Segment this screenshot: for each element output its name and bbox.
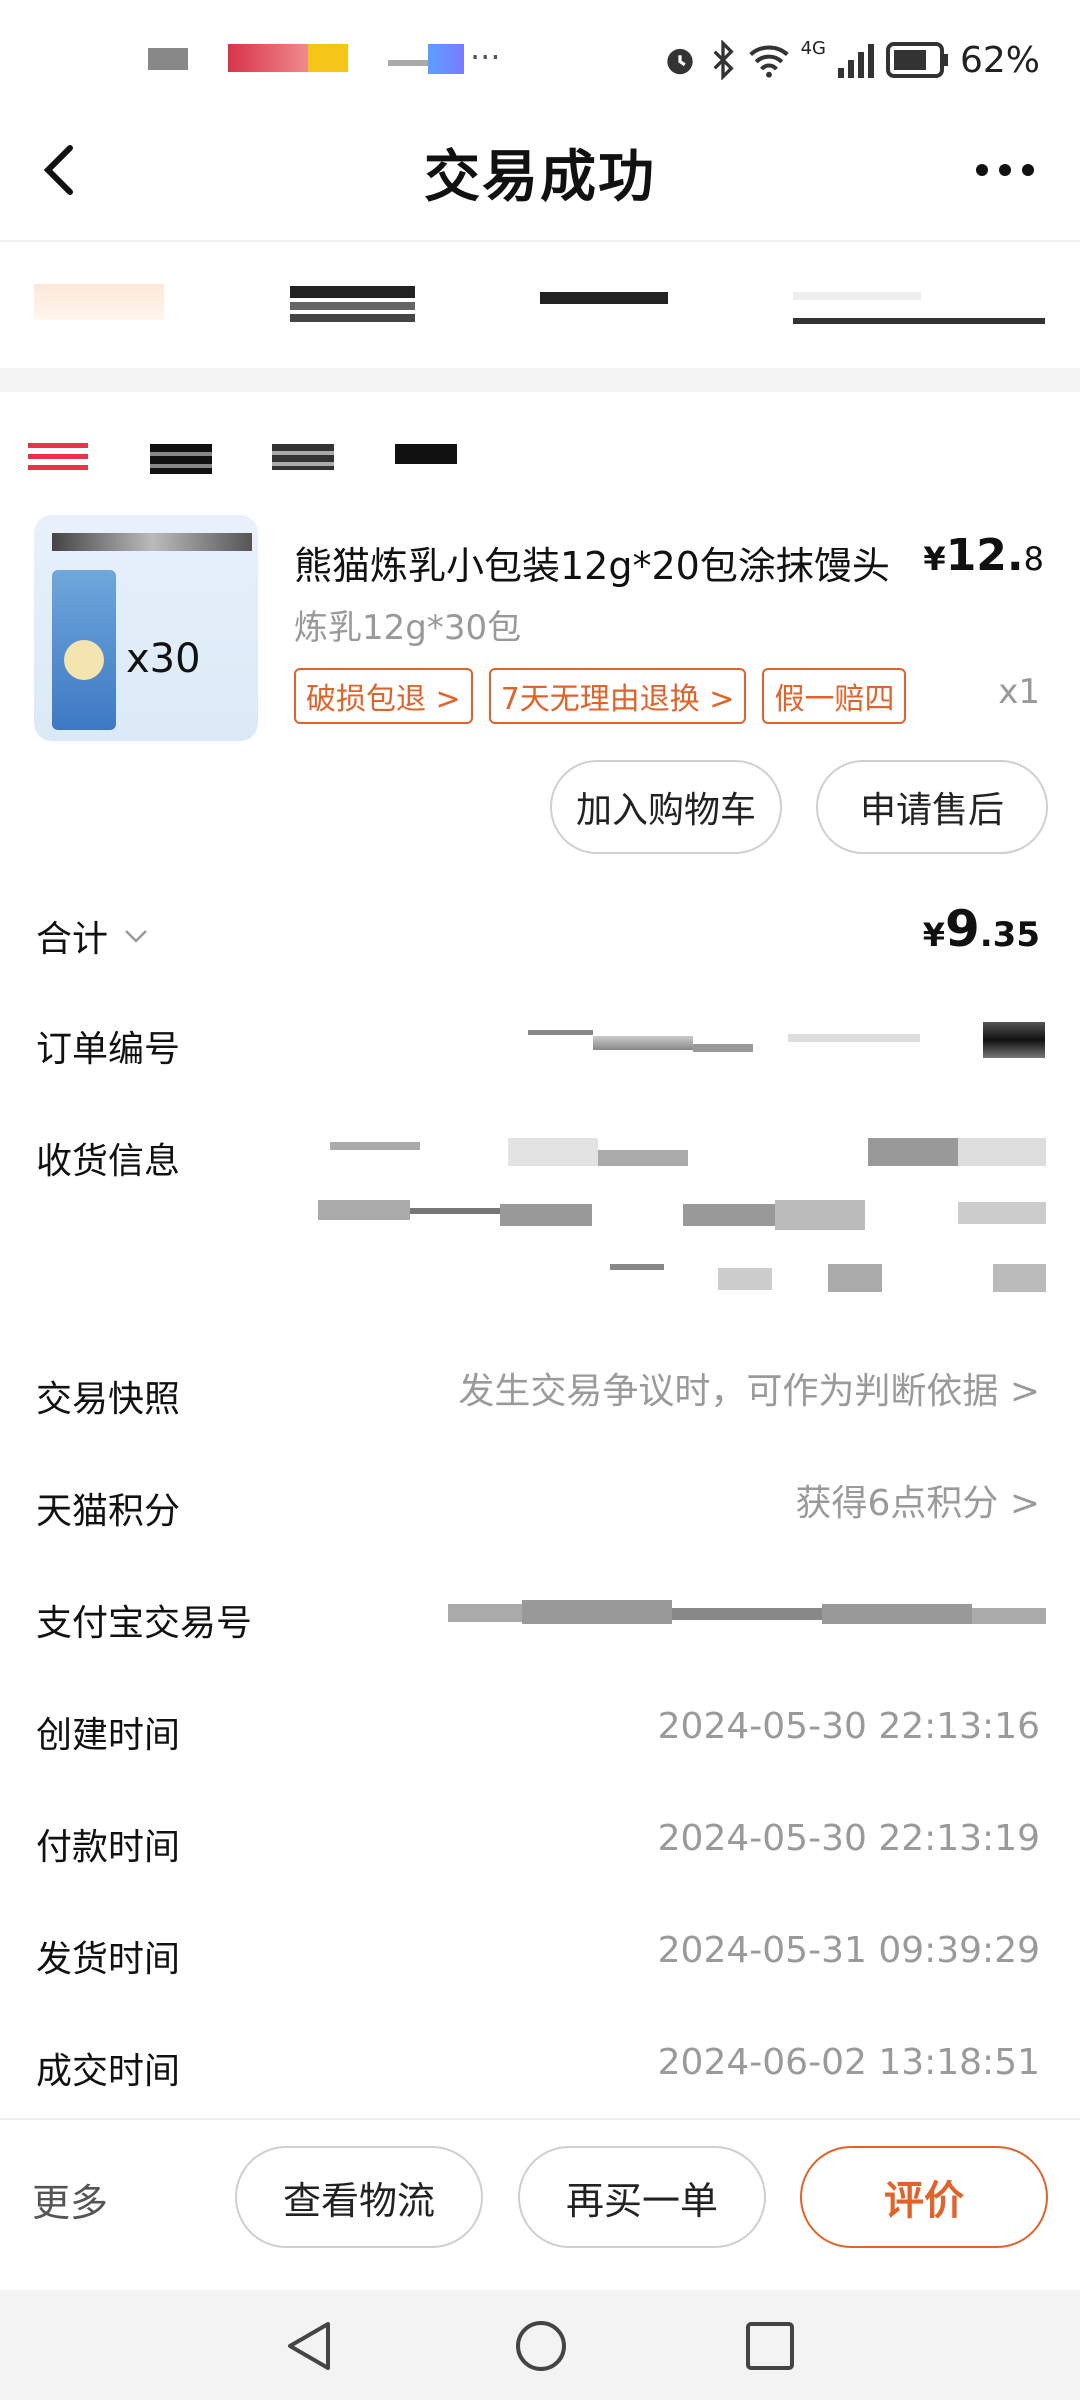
product-price: ¥12.8	[923, 530, 1044, 581]
total-toggle[interactable]: 合计	[36, 910, 150, 962]
trade-snapshot-value[interactable]: 发生交易争议时，可作为判断依据 >	[458, 1362, 1040, 1414]
alipay-trade-no-value[interactable]	[448, 1600, 1046, 1630]
total-amount: ¥9.35	[922, 900, 1040, 958]
nav-recents-icon[interactable]	[744, 2320, 796, 2372]
product-title[interactable]: 熊猫炼乳小包装12g*20包涂抹馒头	[294, 535, 890, 590]
nav-back-icon[interactable]	[282, 2318, 336, 2374]
order-number-label: 订单编号	[36, 1029, 181, 1070]
chevron-down-icon	[125, 930, 147, 943]
total-label: 合计	[36, 919, 109, 960]
notification-icon	[228, 44, 308, 72]
product-sachet-image	[52, 570, 116, 730]
section-gap	[0, 368, 1080, 392]
shop-name	[272, 444, 334, 470]
thumb-count: x30	[126, 636, 201, 682]
order-number-value[interactable]	[528, 1026, 920, 1056]
notification-icon	[308, 44, 348, 72]
signal-icon	[837, 44, 874, 78]
product-quantity: x1	[998, 672, 1040, 712]
network-type: 4G	[800, 37, 826, 59]
shipped-time-label: 发货时间	[36, 1939, 181, 1980]
shop-name[interactable]	[150, 444, 212, 474]
completed-time-value: 2024-06-02 13:18:51	[657, 2042, 1040, 2083]
tag-7day-return[interactable]: 7天无理由退换 >	[488, 668, 747, 724]
shop-icon	[28, 440, 88, 476]
step-item	[34, 284, 164, 320]
step-item	[290, 286, 415, 298]
add-to-cart-button[interactable]: 加入购物车	[550, 760, 782, 854]
product-thumbnail[interactable]: x30	[34, 515, 258, 741]
review-button[interactable]: 评价	[800, 2146, 1048, 2248]
more-actions-button[interactable]: 更多	[32, 2172, 108, 2227]
bluetooth-icon	[713, 40, 734, 80]
system-navigation-bar	[0, 2290, 1080, 2400]
status-right: 4G 62%	[661, 30, 1040, 90]
more-options-button[interactable]	[970, 150, 1040, 190]
step-item	[290, 314, 415, 322]
nav-home-icon[interactable]	[513, 2318, 569, 2374]
status-bar: ··· 4G 62%	[0, 0, 1080, 120]
notification-icon	[428, 44, 464, 74]
alipay-trade-no-label: 支付宝交易号	[36, 1603, 253, 1644]
buy-again-button[interactable]: 再买一单	[518, 2146, 766, 2248]
order-progress-steps	[0, 242, 1080, 362]
page-title: 交易成功	[424, 145, 656, 210]
copy-order-number-button[interactable]	[983, 1022, 1045, 1058]
service-tags: 破损包退 > 7天无理由退换 > 假一赔四	[294, 668, 907, 724]
created-time-label: 创建时间	[36, 1715, 181, 1756]
wifi-icon	[748, 45, 789, 78]
shipped-time-value: 2024-05-31 09:39:29	[657, 1930, 1040, 1971]
tag-damage-refund[interactable]: 破损包退 >	[294, 668, 473, 724]
shipping-info-label: 收货信息	[36, 1141, 181, 1182]
view-logistics-button[interactable]: 查看物流	[235, 2146, 483, 2248]
after-sales-button[interactable]: 申请售后	[816, 760, 1048, 854]
tmall-points-value[interactable]: 获得6点积分 >	[795, 1474, 1040, 1526]
tag-fake-compensation: 假一赔四	[762, 668, 907, 724]
more-dots-icon	[976, 164, 1034, 176]
step-item	[793, 292, 921, 300]
battery-icon	[885, 42, 948, 78]
notification-icon	[388, 60, 428, 66]
product-spec: 炼乳12g*30包	[294, 608, 522, 648]
step-item	[793, 318, 1045, 324]
thumb-brand-banner	[52, 533, 252, 551]
trade-snapshot-label: 交易快照	[36, 1379, 181, 1420]
tmall-points-label: 天猫积分	[36, 1491, 181, 1532]
step-item	[540, 292, 668, 304]
notification-icon	[148, 48, 188, 70]
step-item	[290, 302, 415, 310]
completed-time-label: 成交时间	[36, 2051, 181, 2092]
more-notifications-icon: ···	[470, 38, 501, 76]
bottom-action-bar: 更多 查看物流 再买一单 评价	[0, 2118, 1080, 2292]
created-time-value: 2024-05-30 22:13:16	[657, 1706, 1040, 1747]
shop-name	[395, 444, 457, 464]
battery-percent: 62%	[959, 39, 1040, 81]
paid-time-label: 付款时间	[36, 1827, 181, 1868]
thumb-count-text: x30	[126, 610, 201, 689]
paid-time-value: 2024-05-30 22:13:19	[657, 1818, 1040, 1859]
shipping-info-value	[318, 1138, 1046, 1298]
alarm-icon	[666, 48, 693, 75]
